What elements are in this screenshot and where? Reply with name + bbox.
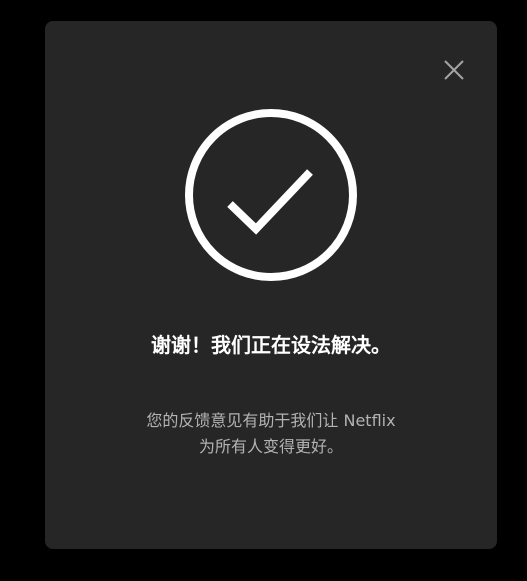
dialog-title: 谢谢！我们正在设法解决。 (151, 333, 391, 357)
dialog-message: 您的反馈意见有助于我们让 Netflix 为所有人变得更好。 (146, 411, 396, 456)
feedback-dialog: 谢谢！我们正在设法解决。 您的反馈意见有助于我们让 Netflix 为所有人变得… (45, 21, 497, 549)
check-circle-icon (184, 108, 358, 282)
close-icon[interactable] (442, 58, 466, 82)
close-button[interactable] (442, 58, 466, 82)
